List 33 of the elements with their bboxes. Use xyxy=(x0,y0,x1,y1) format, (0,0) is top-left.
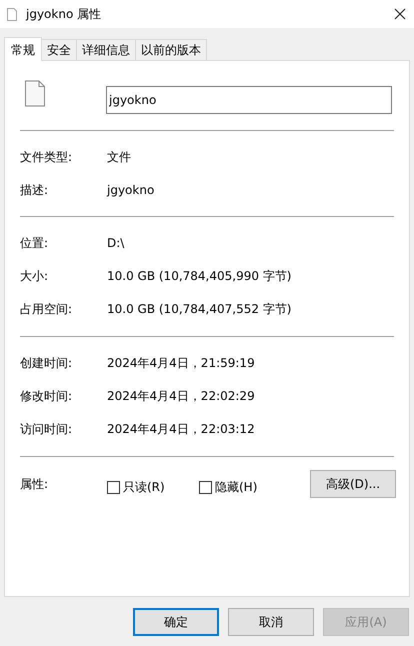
property-label: 访问时间: xyxy=(20,420,74,438)
tab[interactable]: 详细信息 xyxy=(77,39,136,60)
window-title: jgyokno 属性 xyxy=(26,6,102,23)
dialog-button[interactable]: 确定 xyxy=(133,608,219,636)
property-value: 文件 xyxy=(107,148,131,166)
checkbox[interactable] xyxy=(199,480,212,494)
property-value: 10.0 GB (10,784,407,552 字节) xyxy=(107,300,292,318)
checkbox-label: 只读(R) xyxy=(123,479,165,496)
dialog-button[interactable]: 取消 xyxy=(228,608,314,636)
property-label: 属性: xyxy=(20,476,50,493)
name-field[interactable]: jgyokno xyxy=(106,86,392,114)
file-icon xyxy=(7,8,17,20)
file-icon xyxy=(25,80,45,107)
advanced-button[interactable]: 高级(D)... xyxy=(310,470,396,498)
property-label: 大小: xyxy=(20,268,50,284)
property-label: 修改时间: xyxy=(20,388,74,404)
close-icon[interactable] xyxy=(394,8,406,20)
property-value: jgyokno xyxy=(107,182,154,198)
property-label: 文件类型: xyxy=(20,148,74,166)
tab[interactable]: 以前的版本 xyxy=(136,39,207,60)
tab[interactable]: 安全 xyxy=(42,39,77,60)
checkbox[interactable] xyxy=(107,480,120,494)
tab[interactable]: 常规 xyxy=(4,37,42,61)
property-value: 10.0 GB (10,784,405,990 字节) xyxy=(107,268,292,284)
property-label: 创建时间: xyxy=(20,354,74,372)
checkbox-label: 隐藏(H) xyxy=(215,479,258,496)
property-value: 2024年4月4日，22:03:12 xyxy=(107,420,255,438)
property-label: 位置: xyxy=(20,234,50,252)
property-label: 占用空间: xyxy=(20,300,74,318)
property-value: 2024年4月4日，21:59:19 xyxy=(107,354,255,372)
property-label: 描述: xyxy=(20,182,50,198)
property-value: 2024年4月4日，22:02:29 xyxy=(107,388,255,404)
property-value: D:\ xyxy=(107,234,124,252)
